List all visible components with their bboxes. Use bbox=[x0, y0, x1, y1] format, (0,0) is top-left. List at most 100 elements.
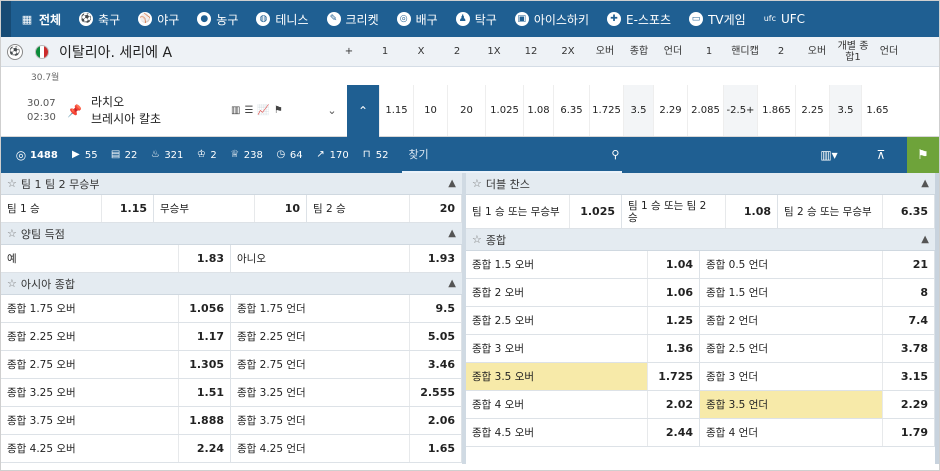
star-icon[interactable]: ☆ bbox=[7, 177, 17, 190]
bet-odd[interactable]: 1.08 bbox=[725, 195, 777, 228]
search-input[interactable]: 찾기 bbox=[402, 146, 608, 162]
bet-option[interactable]: 예 1.83 bbox=[1, 245, 231, 272]
filter-bench[interactable]: ⊓ 52 bbox=[355, 149, 395, 161]
bet-odd[interactable]: 1.79 bbox=[882, 419, 934, 446]
bet-odd[interactable]: 2.02 bbox=[647, 391, 699, 418]
bet-option[interactable]: 팀 2 승 20 bbox=[307, 195, 462, 222]
market-header[interactable]: ☆ 더블 찬스 ▲ bbox=[466, 173, 935, 195]
bet-odd[interactable]: 2.555 bbox=[409, 379, 461, 406]
filter-fire[interactable]: ♨ 321 bbox=[143, 149, 189, 161]
match-odd-button[interactable]: -2.5+ bbox=[723, 85, 757, 136]
match-row[interactable]: 30.07 02:30 📌 라치오 브레시아 칼초 ▥ ☰ 📈 ⚑ ⌄ ⌃ 1.… bbox=[1, 84, 939, 137]
match-odd-button[interactable]: 1.65 bbox=[861, 85, 893, 136]
bet-odd[interactable]: 1.06 bbox=[647, 279, 699, 306]
nav-item-10[interactable]: ▭ TV게임 bbox=[680, 1, 755, 37]
bet-odd[interactable]: 2.29 bbox=[882, 391, 934, 418]
match-odd-button[interactable]: 6.35 bbox=[553, 85, 589, 136]
bet-odd[interactable]: 3.78 bbox=[882, 335, 934, 362]
bet-option[interactable]: 종합 4.25 오버 2.24 bbox=[1, 435, 231, 462]
match-odd-button[interactable]: 1.15 bbox=[379, 85, 413, 136]
nav-item-4[interactable]: ◍ 테니스 bbox=[247, 1, 317, 37]
stats-icon[interactable]: ▥ bbox=[231, 105, 240, 116]
bet-option[interactable]: 무승부 10 bbox=[154, 195, 307, 222]
filter-clock[interactable]: ◷ 64 bbox=[269, 149, 309, 161]
bet-odd[interactable]: 1.83 bbox=[178, 245, 230, 272]
match-odd-button[interactable]: 1.025 bbox=[485, 85, 523, 136]
nav-item-9[interactable]: ✚ E-스포츠 bbox=[598, 1, 680, 37]
bet-option[interactable]: 종합 3.5 언더 2.29 bbox=[700, 391, 935, 418]
bet-odd[interactable]: 7.4 bbox=[882, 307, 934, 334]
market-header[interactable]: ☆ 종합 ▲ bbox=[466, 229, 935, 251]
nav-item-5[interactable]: ✎ 크리켓 bbox=[318, 1, 388, 37]
nav-item-1[interactable]: ⚽ 축구 bbox=[70, 1, 129, 37]
nav-item-7[interactable]: ♟ 탁구 bbox=[447, 1, 506, 37]
bet-odd[interactable]: 3.46 bbox=[409, 351, 461, 378]
bet-option[interactable]: 종합 0.5 언더 21 bbox=[700, 251, 935, 278]
match-odd-button[interactable]: 3.5 bbox=[829, 85, 861, 136]
bet-option[interactable]: 종합 3.25 오버 1.51 bbox=[1, 379, 231, 406]
bet-odd[interactable]: 1.025 bbox=[569, 195, 621, 228]
bet-odd[interactable]: 1.04 bbox=[647, 251, 699, 278]
market-header[interactable]: ☆ 양팀 득점 ▲ bbox=[1, 223, 462, 245]
bet-option[interactable]: 종합 4 언더 1.79 bbox=[700, 419, 935, 446]
chevron-up-icon[interactable]: ▲ bbox=[921, 234, 929, 245]
bet-odd[interactable]: 3.15 bbox=[882, 363, 934, 390]
bet-odd[interactable]: 9.5 bbox=[409, 295, 461, 322]
bet-odd[interactable]: 1.65 bbox=[409, 435, 461, 462]
match-odd-button[interactable]: 3.5 bbox=[623, 85, 653, 136]
bet-odd[interactable]: 2.06 bbox=[409, 407, 461, 434]
bet-odd[interactable]: 1.888 bbox=[178, 407, 230, 434]
bet-odd[interactable]: 21 bbox=[882, 251, 934, 278]
star-icon[interactable]: ☆ bbox=[472, 233, 482, 246]
bet-option[interactable]: 종합 2.5 언더 3.78 bbox=[700, 335, 935, 362]
star-icon[interactable]: ☆ bbox=[472, 177, 482, 190]
match-odd-button[interactable]: 1.725 bbox=[589, 85, 623, 136]
filter-chart[interactable]: ▤ 22 bbox=[104, 149, 144, 161]
filter-arrow[interactable]: ↗ 170 bbox=[309, 149, 355, 161]
chevron-up-icon[interactable]: ▲ bbox=[448, 278, 456, 289]
bet-option[interactable]: 아니오 1.93 bbox=[231, 245, 462, 272]
bet-option[interactable]: 종합 1.75 언더 9.5 bbox=[231, 295, 462, 322]
trend-icon[interactable]: 📈 bbox=[257, 105, 269, 116]
bet-odd[interactable]: 1.15 bbox=[101, 195, 153, 222]
lineup-icon[interactable]: ☰ bbox=[244, 105, 253, 116]
bet-option[interactable]: 팀 1 승 1.15 bbox=[1, 195, 154, 222]
bet-odd[interactable]: 20 bbox=[409, 195, 461, 222]
chevron-up-icon[interactable]: ▲ bbox=[448, 228, 456, 239]
match-odd-button[interactable]: 2.085 bbox=[687, 85, 723, 136]
star-icon[interactable]: ☆ bbox=[7, 227, 17, 240]
bet-option[interactable]: 종합 3.5 오버 1.725 bbox=[466, 363, 700, 390]
match-odd-button[interactable]: 20 bbox=[447, 85, 485, 136]
bet-option[interactable]: 종합 4.5 오버 2.44 bbox=[466, 419, 700, 446]
nav-item-0[interactable]: ▦ 전체 bbox=[11, 1, 70, 37]
bet-option[interactable]: 팀 2 승 또는 무승부 6.35 bbox=[778, 195, 935, 228]
bet-option[interactable]: 종합 2.25 오버 1.17 bbox=[1, 323, 231, 350]
bet-option[interactable]: 종합 3 언더 3.15 bbox=[700, 363, 935, 390]
bet-option[interactable]: 종합 3.75 오버 1.888 bbox=[1, 407, 231, 434]
bet-odd[interactable]: 2.44 bbox=[647, 419, 699, 446]
chevron-up-icon[interactable]: ▲ bbox=[921, 178, 929, 189]
bet-odd[interactable]: 1.17 bbox=[178, 323, 230, 350]
market-header[interactable]: ☆ 팀 1 팀 2 무승부 ▲ bbox=[1, 173, 462, 195]
bet-odd[interactable]: 8 bbox=[882, 279, 934, 306]
bet-option[interactable]: 종합 3.75 언더 2.06 bbox=[231, 407, 462, 434]
nav-item-8[interactable]: ▣ 아이스하키 bbox=[506, 1, 598, 37]
market-header[interactable]: ☆ 아시아 종합 ▲ bbox=[1, 273, 462, 295]
bet-option[interactable]: 팀 1 승 또는 팀 2 승 1.08 bbox=[622, 195, 778, 228]
search-icon[interactable]: ⚲ bbox=[608, 147, 622, 161]
bet-odd[interactable]: 1.305 bbox=[178, 351, 230, 378]
bet-option[interactable]: 종합 1.5 오버 1.04 bbox=[466, 251, 700, 278]
star-icon[interactable]: ☆ bbox=[7, 277, 17, 290]
match-odd-button[interactable]: 1.865 bbox=[757, 85, 795, 136]
bet-odd[interactable]: 1.056 bbox=[178, 295, 230, 322]
bet-option[interactable]: 종합 3 오버 1.36 bbox=[466, 335, 700, 362]
layout-toggle-button[interactable]: ▥▾ bbox=[803, 148, 855, 162]
bet-odd[interactable]: 10 bbox=[254, 195, 306, 222]
nav-scroll-left[interactable] bbox=[1, 1, 11, 37]
bet-option[interactable]: 종합 2.75 언더 3.46 bbox=[231, 351, 462, 378]
bet-option[interactable]: 종합 3.25 언더 2.555 bbox=[231, 379, 462, 406]
collapse-markets-button[interactable]: ⌃ bbox=[347, 84, 379, 137]
bet-option[interactable]: 종합 2.5 오버 1.25 bbox=[466, 307, 700, 334]
match-odd-button[interactable]: 2.29 bbox=[653, 85, 687, 136]
match-odd-button[interactable]: 10 bbox=[413, 85, 447, 136]
